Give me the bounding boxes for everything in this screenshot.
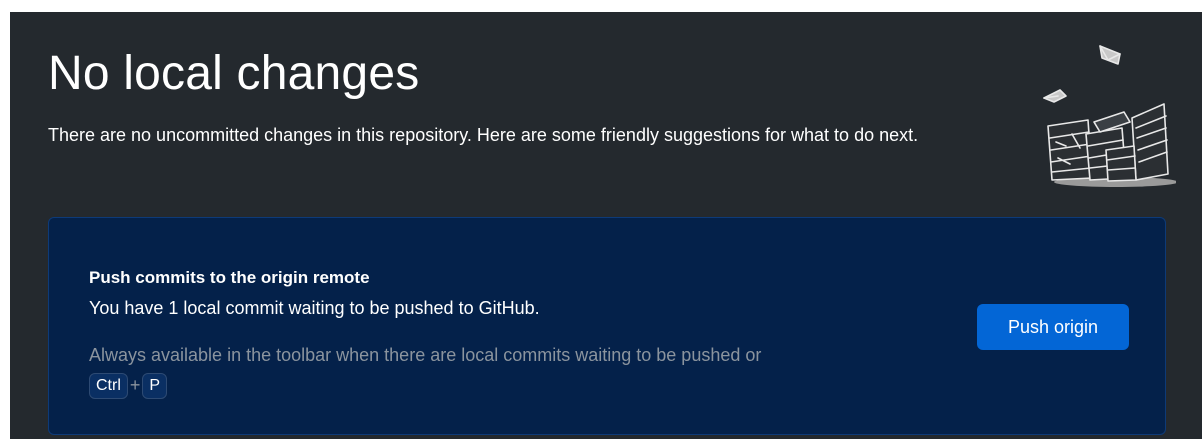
- card-description: You have 1 local commit waiting to be pu…: [89, 298, 540, 318]
- push-origin-button[interactable]: Push origin: [977, 304, 1129, 350]
- card-hint: Always available in the toolbar when the…: [89, 340, 949, 400]
- push-commits-suggestion-card: Push commits to the origin remote You ha…: [48, 217, 1166, 435]
- page-subtitle: There are no uncommitted changes in this…: [48, 125, 919, 145]
- page-title: No local changes: [48, 47, 420, 100]
- kbd-ctrl: Ctrl: [89, 373, 128, 400]
- kbd-p: P: [142, 373, 168, 400]
- no-changes-view: No local changes There are no uncommitte…: [10, 12, 1202, 439]
- card-title: Push commits to the origin remote: [89, 268, 370, 287]
- paper-stacks-illustration-icon: [1036, 38, 1178, 188]
- kbd-plus: +: [129, 375, 141, 395]
- card-hint-text: Always available in the toolbar when the…: [89, 345, 762, 365]
